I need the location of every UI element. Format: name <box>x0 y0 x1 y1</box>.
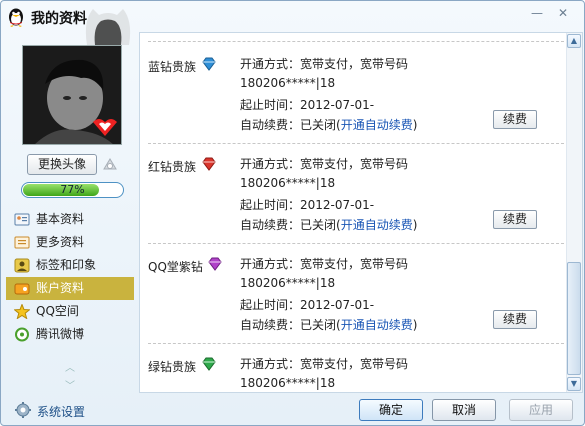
red-diamond-icon <box>202 157 216 171</box>
sidebar-item-basic-info[interactable]: 基本资料 <box>6 208 134 231</box>
scroll-up-button[interactable]: ▲ <box>567 34 581 48</box>
plan-period: 起止时间：2012-07-01- <box>240 98 375 112</box>
auto-renew-close-paren: ) <box>412 218 418 232</box>
camera-icon[interactable] <box>101 155 119 173</box>
renew-button[interactable]: 续费 <box>493 210 537 229</box>
plan-account: 180206*****|18 <box>240 376 336 390</box>
plan-period: 起止时间：2012-07-01- <box>240 298 375 312</box>
sidebar-item-label: 标签和印象 <box>36 258 97 272</box>
plan-method: 开通方式：宽带支付，宽带号码 <box>240 157 409 171</box>
auto-renew-close-paren: ) <box>412 318 418 332</box>
plan-name: QQ堂紫钻 <box>148 260 203 274</box>
purple-diamond-icon <box>208 257 222 271</box>
more-info-icon <box>14 236 30 249</box>
enable-auto-renew-link[interactable]: 开通自动续费 <box>341 218 413 232</box>
renew-button[interactable]: 续费 <box>493 310 537 329</box>
minimize-button[interactable]: — <box>527 5 547 21</box>
list-item: 绿钻贵族 开通方式：宽带支付，宽带号码 180206*****|18 <box>148 343 564 392</box>
close-button[interactable]: ✕ <box>553 5 573 21</box>
plan-auto-renew: 自动续费：已关闭(开通自动续费) <box>240 116 417 133</box>
auto-renew-status: 自动续费：已关闭( <box>240 218 341 232</box>
plan-name: 红钻贵族 <box>148 160 197 174</box>
nav-scroll-down-icon[interactable]: ﹀ <box>63 377 77 392</box>
sidebar-item-label: 腾讯微博 <box>36 327 85 341</box>
renew-button[interactable]: 续费 <box>493 110 537 129</box>
plan-auto-renew: 自动续费：已关闭(开通自动续费) <box>240 216 417 233</box>
sidebar-item-weibo[interactable]: 腾讯微博 <box>6 323 134 346</box>
enable-auto-renew-link[interactable]: 开通自动续费 <box>341 118 413 132</box>
profile-completeness-bar: 77% <box>21 182 124 198</box>
sidebar-item-label: 更多资料 <box>36 235 85 249</box>
cancel-button[interactable]: 取消 <box>432 399 496 421</box>
plan-method: 开通方式：宽带支付，宽带号码 <box>240 57 409 71</box>
plan-account: 180206*****|18 <box>240 276 336 290</box>
list-item: 红钻贵族 开通方式：宽带支付，宽带号码 180206*****|18 起止时间：… <box>148 143 564 243</box>
auto-renew-status: 自动续费：已关闭( <box>240 118 341 132</box>
profile-window: 我的资料 — ✕ 更换头像 77% 基本资料 更多资料 标签和印象 账户资料 Q… <box>0 0 585 426</box>
plan-account: 180206*****|18 <box>240 176 336 190</box>
qq-penguin-icon <box>9 8 23 27</box>
plan-period: 起止时间：2012-07-01- <box>240 198 375 212</box>
sidebar-item-tags[interactable]: 标签和印象 <box>6 254 134 277</box>
progress-label: 77% <box>60 183 85 196</box>
divider <box>148 41 564 42</box>
sidebar-item-qzone[interactable]: QQ空间 <box>6 300 134 323</box>
weibo-icon <box>15 327 29 342</box>
sidebar-item-more-info[interactable]: 更多资料 <box>6 231 134 254</box>
account-plans-panel: 蓝钻贵族 开通方式：宽带支付，宽带号码 180206*****|18 起止时间：… <box>139 32 583 393</box>
avatar <box>22 45 122 145</box>
title-bar: 我的资料 — ✕ <box>1 1 584 45</box>
nav-scroll-up-icon[interactable]: ︿ <box>63 359 77 374</box>
avatar-photo <box>23 46 121 144</box>
plan-name: 绿钻贵族 <box>148 360 197 374</box>
tag-icon <box>14 258 30 273</box>
sidebar-item-label: QQ空间 <box>36 304 79 318</box>
plan-name: 蓝钻贵族 <box>148 60 197 74</box>
plan-method: 开通方式：宽带支付，宽带号码 <box>240 257 409 271</box>
account-icon <box>14 283 30 295</box>
plan-method: 开通方式：宽带支付，宽带号码 <box>240 357 409 371</box>
sidebar-item-account[interactable]: 账户资料 <box>6 277 134 300</box>
scroll-down-button[interactable]: ▼ <box>567 377 581 391</box>
list-item: 蓝钻贵族 开通方式：宽带支付，宽带号码 180206*****|18 起止时间：… <box>148 43 564 143</box>
enable-auto-renew-link[interactable]: 开通自动续费 <box>341 318 413 332</box>
ok-button[interactable]: 确定 <box>359 399 423 421</box>
plan-account: 180206*****|18 <box>240 76 336 90</box>
sidebar-item-label: 账户资料 <box>36 281 85 295</box>
cat-mascot-icon <box>85 9 131 45</box>
sidebar-nav: 基本资料 更多资料 标签和印象 账户资料 QQ空间 腾讯微博 <box>6 208 134 346</box>
sidebar-item-label: 基本资料 <box>36 212 85 226</box>
plan-auto-renew: 自动续费：已关闭(开通自动续费) <box>240 316 417 333</box>
system-settings-link[interactable]: 系统设置 <box>37 403 85 420</box>
profile-card-icon <box>14 213 30 226</box>
blue-diamond-icon <box>202 57 216 71</box>
auto-renew-close-paren: ) <box>412 118 418 132</box>
auto-renew-status: 自动续费：已关闭( <box>240 318 341 332</box>
apply-button[interactable]: 应用 <box>509 399 573 421</box>
scrollbar-thumb[interactable] <box>567 262 581 375</box>
gear-icon[interactable] <box>14 401 32 419</box>
change-avatar-button[interactable]: 更换头像 <box>27 154 97 175</box>
list-item: QQ堂紫钻 开通方式：宽带支付，宽带号码 180206*****|18 起止时间… <box>148 243 564 343</box>
qzone-star-icon <box>14 304 30 319</box>
green-diamond-icon <box>202 357 216 371</box>
